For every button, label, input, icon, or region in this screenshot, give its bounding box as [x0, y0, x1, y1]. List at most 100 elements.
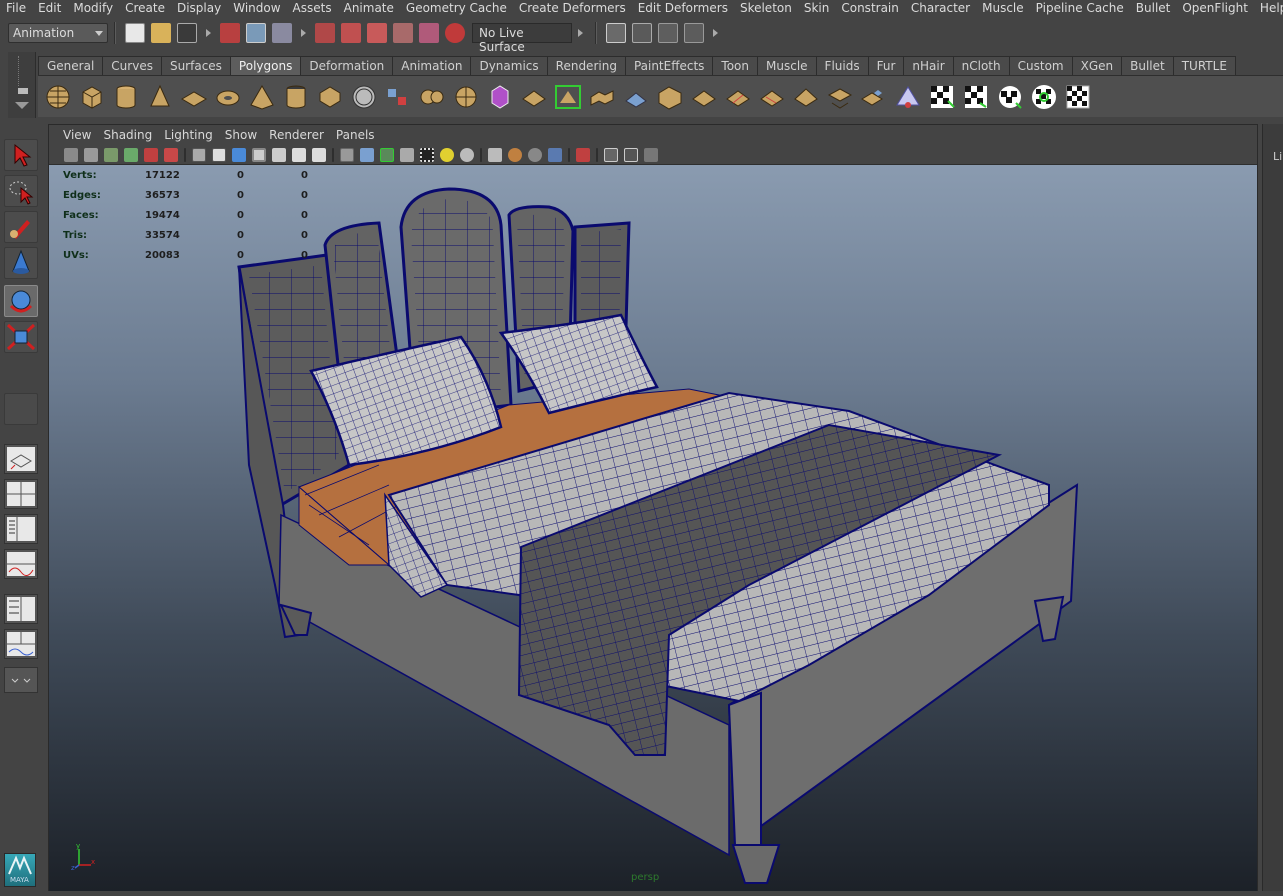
menu-create-deformers[interactable]: Create Deformers	[513, 0, 632, 17]
panel-menu-shading[interactable]: Shading	[97, 128, 158, 142]
render-current-frame-icon[interactable]	[632, 23, 652, 43]
select-camera-icon[interactable]	[64, 147, 78, 162]
menu-edit-deformers[interactable]: Edit Deformers	[632, 0, 734, 17]
isolate-select-icon[interactable]	[576, 147, 590, 162]
shelf-tab-rendering[interactable]: Rendering	[546, 56, 626, 75]
magnet-icon[interactable]	[445, 23, 465, 43]
menu-modify[interactable]: Modify	[67, 0, 119, 17]
shelf-tab-dynamics[interactable]: Dynamics	[470, 56, 548, 75]
layout-persp-graph[interactable]	[4, 549, 38, 579]
render-settings-icon[interactable]	[684, 23, 704, 43]
menu-create[interactable]: Create	[119, 0, 171, 17]
open-scene-icon[interactable]	[151, 23, 171, 43]
panel-menu-view[interactable]: View	[57, 128, 97, 142]
menu-help[interactable]: Help	[1254, 0, 1283, 17]
snap-view-plane-icon[interactable]	[393, 23, 413, 43]
xray-joints-icon[interactable]	[604, 147, 618, 162]
booleans-icon[interactable]	[486, 83, 514, 111]
lasso-tool[interactable]	[4, 175, 38, 207]
scale-tool[interactable]	[4, 321, 38, 353]
camera-attributes-icon[interactable]	[84, 147, 98, 162]
snap-curve-icon[interactable]	[341, 23, 361, 43]
x-ray-icon[interactable]	[400, 147, 414, 162]
shelf-tab-animation[interactable]: Animation	[392, 56, 472, 75]
motion-blur-icon[interactable]	[528, 147, 542, 162]
select-by-hierarchy-icon[interactable]	[220, 23, 240, 43]
split-polygon-icon[interactable]	[690, 83, 718, 111]
cylindrical-mapping-icon[interactable]	[962, 83, 990, 111]
ipr-render-icon[interactable]	[658, 23, 678, 43]
menu-muscle[interactable]: Muscle	[976, 0, 1030, 17]
bed-model[interactable]	[49, 165, 1257, 891]
layout-persp-graph-hypergraph[interactable]	[4, 629, 38, 659]
shelf-menu-arrow-icon[interactable]	[15, 102, 29, 109]
collapse-arrow-icon[interactable]	[578, 29, 583, 37]
menu-geometry-cache[interactable]: Geometry Cache	[400, 0, 513, 17]
reduce-icon[interactable]	[894, 83, 922, 111]
bevel-icon[interactable]	[792, 83, 820, 111]
menu-set-dropdown[interactable]: Animation	[8, 23, 108, 43]
shelf-tab-ncloth[interactable]: nCloth	[952, 56, 1010, 75]
last-tool-slot[interactable]	[4, 393, 38, 425]
grid-icon[interactable]	[192, 147, 206, 162]
poly-pipe-icon[interactable]	[282, 83, 310, 111]
shelf-tab-fluids[interactable]: Fluids	[815, 56, 869, 75]
poly-plane-icon[interactable]	[180, 83, 208, 111]
extract-icon[interactable]	[826, 83, 854, 111]
poly-cube-icon[interactable]	[78, 83, 106, 111]
mirror-geometry-icon[interactable]	[520, 83, 548, 111]
menu-window[interactable]: Window	[227, 0, 286, 17]
poly-soccer-ball-icon[interactable]	[350, 83, 378, 111]
menu-character[interactable]: Character	[905, 0, 976, 17]
collapse-arrow-icon[interactable]	[206, 29, 211, 37]
menu-animate[interactable]: Animate	[338, 0, 400, 17]
wireframe-icon[interactable]	[340, 147, 354, 162]
safe-action-icon[interactable]	[292, 147, 306, 162]
layout-four-view[interactable]	[4, 479, 38, 509]
spherical-mapping-icon[interactable]	[996, 83, 1024, 111]
poly-cylinder-icon[interactable]	[112, 83, 140, 111]
field-chart-icon[interactable]	[272, 147, 286, 162]
combine-icon[interactable]	[384, 83, 412, 111]
separate-icon[interactable]	[418, 83, 446, 111]
snap-point-icon[interactable]	[367, 23, 387, 43]
bridge-icon[interactable]	[588, 83, 616, 111]
menu-edit[interactable]: Edit	[32, 0, 67, 17]
rotate-tool[interactable]	[4, 285, 38, 317]
menu-file[interactable]: File	[0, 0, 32, 17]
menu-display[interactable]: Display	[171, 0, 227, 17]
select-tool[interactable]	[4, 139, 38, 171]
save-scene-icon[interactable]	[177, 23, 197, 43]
shelf-tab-deformation[interactable]: Deformation	[300, 56, 394, 75]
fill-hole-icon[interactable]	[656, 83, 684, 111]
live-surface-field[interactable]: No Live Surface	[472, 23, 572, 54]
collapse-arrow-icon[interactable]	[301, 29, 306, 37]
menu-skin[interactable]: Skin	[798, 0, 836, 17]
menu-assets[interactable]: Assets	[287, 0, 338, 17]
shelf-tab-toon[interactable]: Toon	[712, 56, 759, 75]
shelf-tab-muscle[interactable]: Muscle	[757, 56, 817, 75]
duplicate-face-icon[interactable]	[860, 83, 888, 111]
shelf-tab-general[interactable]: General	[38, 56, 104, 75]
use-default-lighting-icon[interactable]	[440, 147, 454, 162]
shadows-icon[interactable]	[488, 147, 502, 162]
image-plane-icon[interactable]	[124, 147, 138, 162]
shelf-editor-icon[interactable]	[18, 88, 28, 94]
select-by-object-icon[interactable]	[246, 23, 266, 43]
poly-helix-icon[interactable]	[316, 83, 344, 111]
shelf-tab-turtle[interactable]: TURTLE	[1172, 56, 1236, 75]
layout-hypershade-persp[interactable]	[4, 594, 38, 624]
select-by-component-icon[interactable]	[272, 23, 292, 43]
extrude-icon[interactable]	[554, 83, 582, 111]
gate-mask-icon[interactable]	[252, 147, 266, 162]
shelf-tab-fur[interactable]: Fur	[867, 56, 905, 75]
panel-menu-renderer[interactable]: Renderer	[263, 128, 330, 142]
screen-space-ambient-occlusion-icon[interactable]	[508, 147, 522, 162]
textured-icon[interactable]	[420, 147, 434, 162]
xray-active-components-icon[interactable]	[624, 147, 638, 162]
menu-skeleton[interactable]: Skeleton	[734, 0, 798, 17]
safe-title-icon[interactable]	[312, 147, 326, 162]
shelf-tab-nhair[interactable]: nHair	[903, 56, 954, 75]
panel-menu-show[interactable]: Show	[219, 128, 263, 142]
shelf-tab-polygons[interactable]: Polygons	[229, 56, 302, 75]
